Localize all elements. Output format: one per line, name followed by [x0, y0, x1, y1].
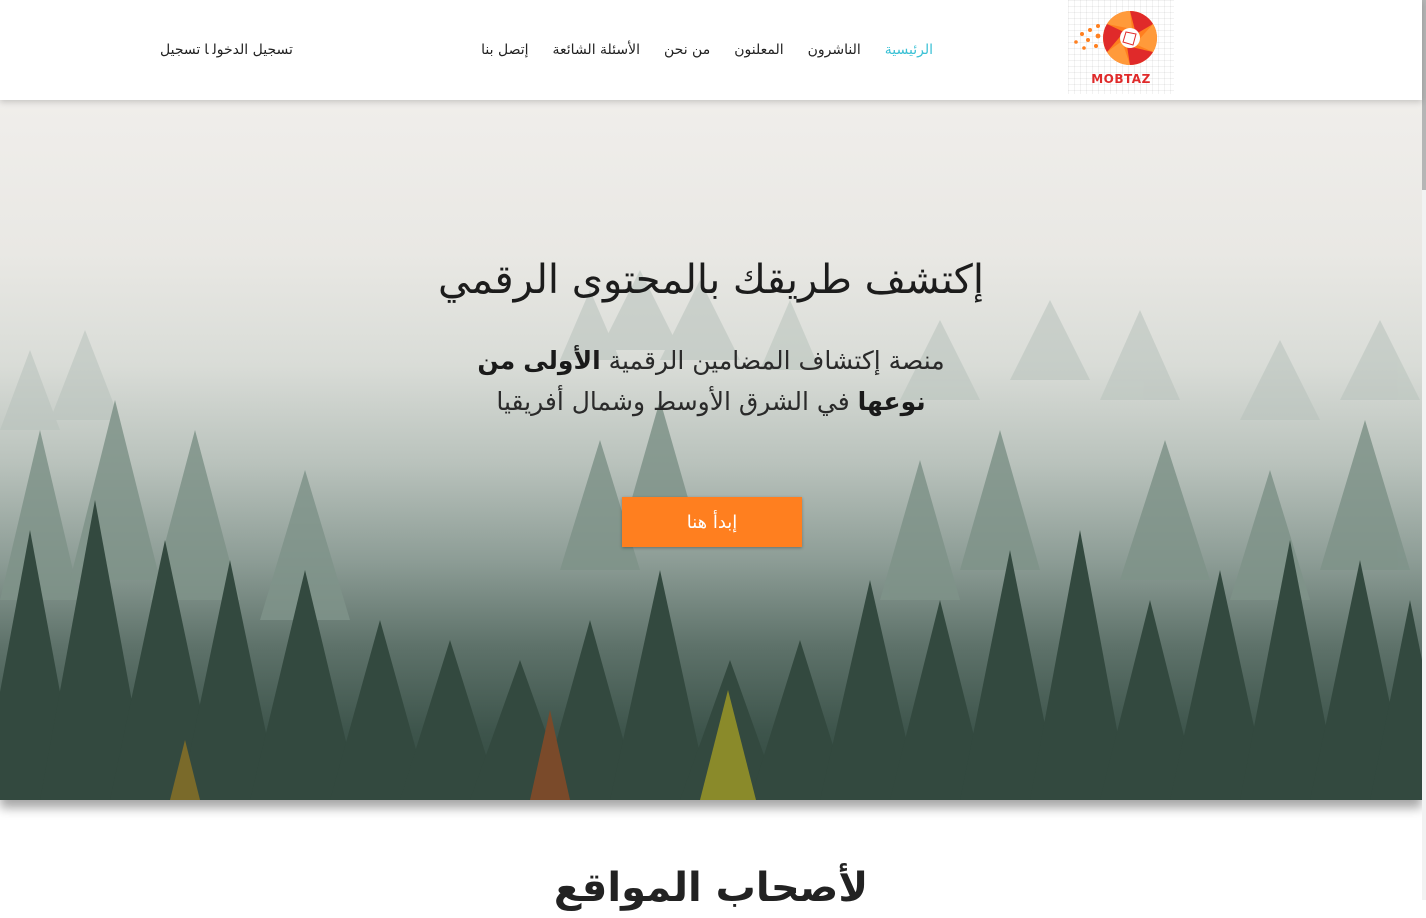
site-logo[interactable]: MOBTAZ [1068, 0, 1174, 94]
aperture-logo-icon [1074, 11, 1157, 65]
auth-separator: ا [204, 42, 209, 58]
scrollbar-thumb[interactable] [1422, 0, 1426, 190]
hero-title: إكتشف طريقك بالمحتوى الرقمي [438, 257, 984, 303]
section-title-publishers: لأصحاب المواقع [553, 865, 869, 911]
nav-item-advertisers[interactable]: المعلنون [734, 40, 783, 60]
register-link[interactable]: تسجيل [160, 42, 200, 58]
nav-item-publishers[interactable]: الناشرون [808, 40, 861, 60]
hero-subtitle: منصة إكتشاف المضامين الرقمية الأولى من ن… [460, 340, 962, 422]
nav-item-home[interactable]: الرئيسية [885, 40, 933, 60]
login-link[interactable]: تسجيل الدخول [213, 42, 293, 58]
start-here-button[interactable]: إبدأ هنا [622, 497, 802, 547]
nav-item-contact[interactable]: إتصل بنا [481, 40, 528, 60]
hero-subtitle-bold-1: الأولى [523, 346, 601, 375]
page-scrollbar[interactable] [1422, 0, 1426, 900]
top-navbar: MOBTAZ الرئيسية الناشرون المعلنون من نحن… [0, 0, 1422, 100]
auth-links: تسجيل الدخولاتسجيل [160, 40, 293, 60]
nav-item-faq[interactable]: الأسئلة الشائعة [553, 40, 641, 60]
hero-section: إكتشف طريقك بالمحتوى الرقمي منصة إكتشاف … [0, 100, 1422, 800]
hero-subtitle-text-2: في الشرق الأوسط وشمال أفريقيا [496, 387, 858, 416]
nav-item-about[interactable]: من نحن [664, 40, 710, 60]
hero-subtitle-text-1: منصة إكتشاف المضامين الرقمية [600, 346, 945, 375]
hero-content: إكتشف طريقك بالمحتوى الرقمي منصة إكتشاف … [0, 100, 1422, 800]
logo-text: MOBTAZ [1091, 72, 1151, 86]
main-nav: الرئيسية الناشرون المعلنون من نحن الأسئل… [481, 40, 933, 60]
